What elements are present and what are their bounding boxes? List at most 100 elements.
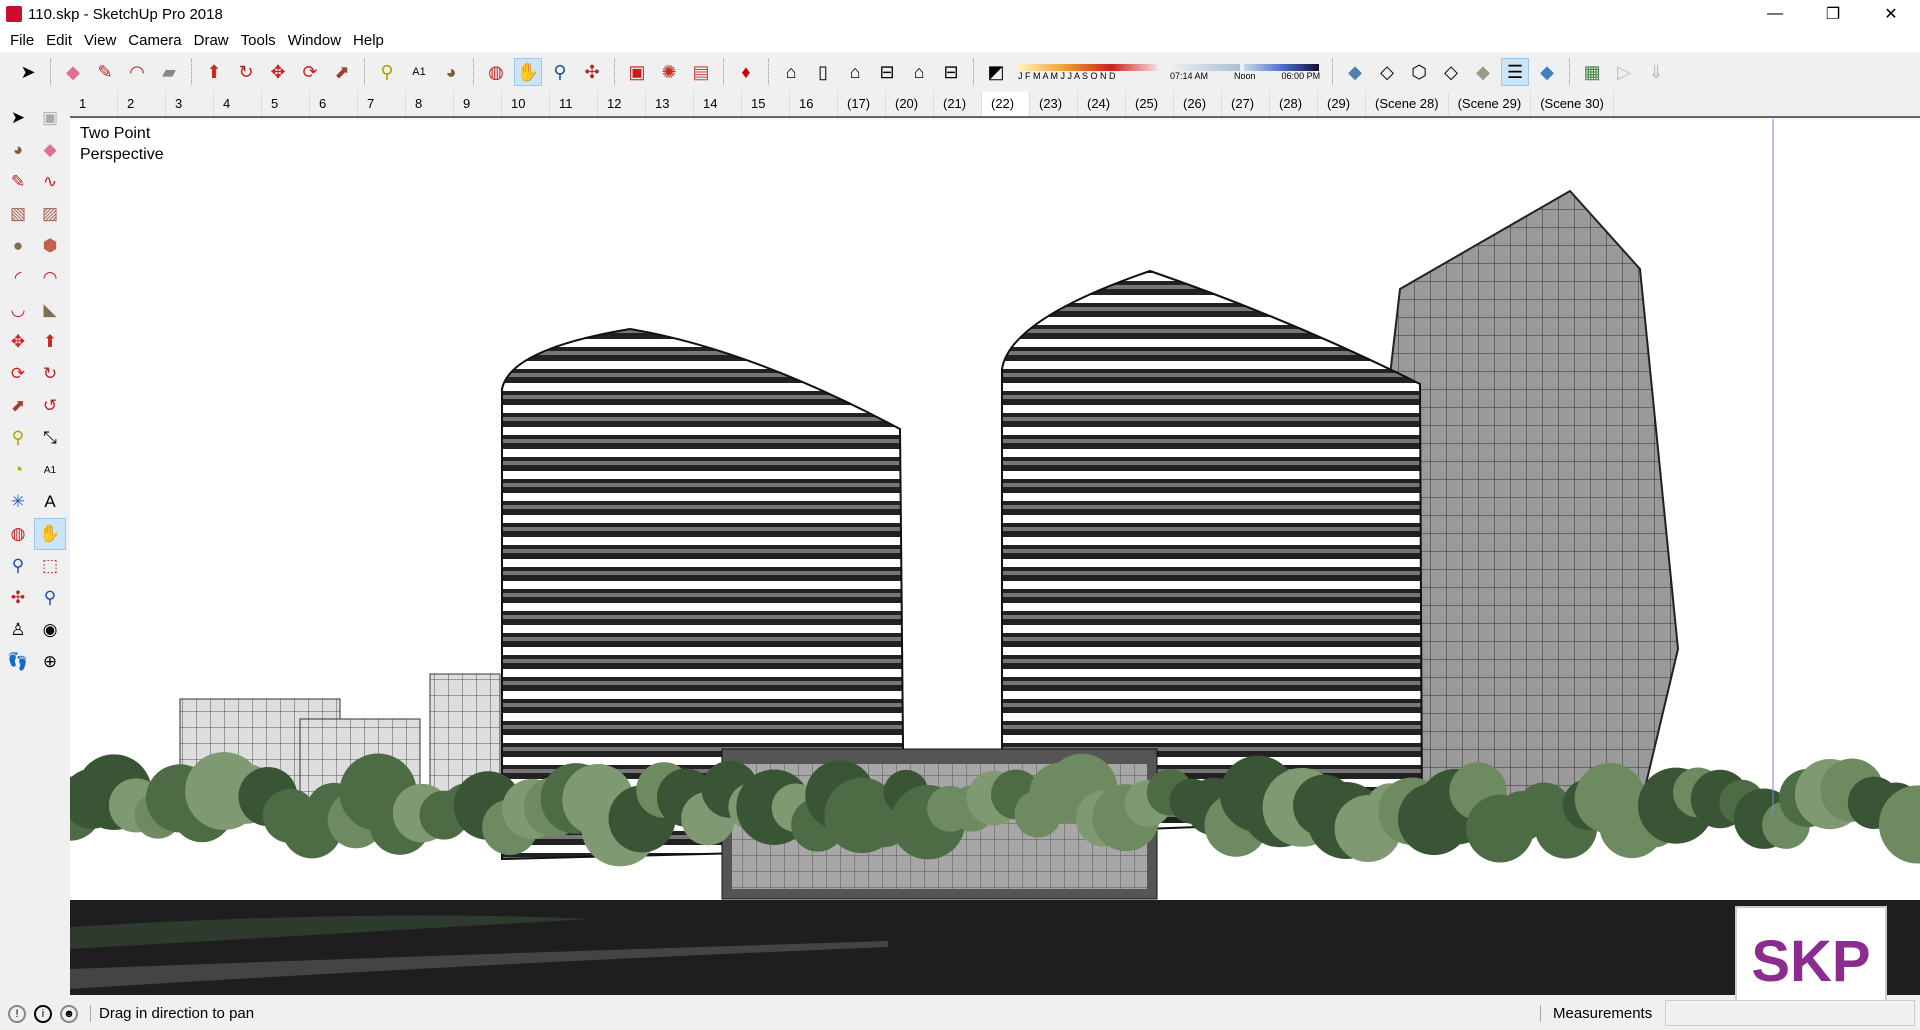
rectangle-icon[interactable]: ▰: [155, 58, 183, 86]
scene-tab[interactable]: (23): [1030, 92, 1078, 116]
scene-tab[interactable]: (21): [934, 92, 982, 116]
measurements-input[interactable]: [1665, 1000, 1915, 1026]
move-icon[interactable]: ✥: [2, 326, 34, 358]
hidden-line-icon[interactable]: ◇: [1437, 58, 1465, 86]
right-view-icon[interactable]: ⊟: [873, 58, 901, 86]
scene-tab[interactable]: 12: [598, 92, 646, 116]
push-pull-icon[interactable]: ⬆: [200, 58, 228, 86]
shaded-icon[interactable]: ◆: [1469, 58, 1497, 86]
zoom-extents-icon[interactable]: ✣: [578, 58, 606, 86]
menu-draw[interactable]: Draw: [188, 32, 235, 49]
front-view-icon[interactable]: ⌂: [841, 58, 869, 86]
minimize-button[interactable]: —: [1746, 0, 1804, 28]
three-point-arc-icon[interactable]: ◡: [2, 294, 34, 326]
section-plane-icon[interactable]: ⊕: [34, 646, 66, 678]
maximize-button[interactable]: ❐: [1804, 0, 1862, 28]
two-point-arc-icon[interactable]: ◠: [34, 262, 66, 294]
scene-tab[interactable]: (29): [1318, 92, 1366, 116]
shadow-time-slider[interactable]: 07:14 AM Noon 06:00 PM: [1170, 63, 1320, 81]
scale-icon[interactable]: ⬈: [328, 58, 356, 86]
follow-me-icon[interactable]: ↻: [232, 58, 260, 86]
axes-icon[interactable]: ✳: [2, 486, 34, 518]
info-icon[interactable]: i: [34, 1004, 52, 1023]
eraser-icon[interactable]: ◆: [34, 134, 66, 166]
photo-textures-icon[interactable]: ⇓: [1642, 58, 1670, 86]
select-icon[interactable]: ➤: [14, 58, 42, 86]
rotate-icon[interactable]: ⟳: [296, 58, 324, 86]
ruby-icon[interactable]: ♦: [732, 58, 760, 86]
make-component-icon[interactable]: ▣: [34, 102, 66, 134]
scene-tab[interactable]: 15: [742, 92, 790, 116]
offset-icon[interactable]: ↺: [34, 390, 66, 422]
scene-tab[interactable]: (Scene 29): [1449, 92, 1532, 116]
add-location-icon[interactable]: ▦: [1578, 58, 1606, 86]
shadow-date-slider[interactable]: J F M A M J J A S O N D: [1018, 63, 1158, 81]
scene-tab[interactable]: 2: [118, 92, 166, 116]
zoom-extents-icon[interactable]: ✣: [2, 582, 34, 614]
top-view-icon[interactable]: ▯: [809, 58, 837, 86]
move-icon[interactable]: ✥: [264, 58, 292, 86]
scene-tab[interactable]: (25): [1126, 92, 1174, 116]
orbit-icon[interactable]: ◍: [2, 518, 34, 550]
scene-tab[interactable]: (Scene 30): [1531, 92, 1614, 116]
scene-tab[interactable]: 13: [646, 92, 694, 116]
scene-tab[interactable]: (22): [982, 92, 1030, 116]
freehand-icon[interactable]: ∿: [34, 166, 66, 198]
position-camera-icon[interactable]: ♙: [2, 614, 34, 646]
eraser-icon[interactable]: ◆: [59, 58, 87, 86]
walk-icon[interactable]: 👣: [2, 646, 34, 678]
push-pull-icon[interactable]: ⬆: [34, 326, 66, 358]
scene-tab[interactable]: 10: [502, 92, 550, 116]
rotate-icon[interactable]: ⟳: [2, 358, 34, 390]
layout-icon[interactable]: ▤: [687, 58, 715, 86]
paint-bucket-icon[interactable]: ◕: [437, 58, 465, 86]
close-button[interactable]: ✕: [1862, 0, 1920, 28]
scene-tab[interactable]: 8: [406, 92, 454, 116]
scene-tab[interactable]: (27): [1222, 92, 1270, 116]
menu-view[interactable]: View: [78, 32, 122, 49]
zoom-icon[interactable]: ⚲: [546, 58, 574, 86]
scene-tab[interactable]: 6: [310, 92, 358, 116]
scale-icon[interactable]: ⬈: [2, 390, 34, 422]
monochrome-icon[interactable]: ◆: [1533, 58, 1561, 86]
scene-tab[interactable]: (24): [1078, 92, 1126, 116]
wireframe-icon[interactable]: ⬡: [1405, 58, 1433, 86]
scene-tab[interactable]: 3: [166, 92, 214, 116]
arc-icon[interactable]: ◜: [2, 262, 34, 294]
scene-tab[interactable]: 11: [550, 92, 598, 116]
model-viewport[interactable]: Two Point Perspective: [70, 119, 1920, 995]
protractor-icon[interactable]: ◔: [2, 454, 34, 486]
zoom-icon[interactable]: ⚲: [2, 550, 34, 582]
circle-icon[interactable]: ●: [2, 230, 34, 262]
pan-icon[interactable]: ✋: [514, 58, 542, 86]
menu-edit[interactable]: Edit: [40, 32, 78, 49]
shadows-toggle-icon[interactable]: ◩: [982, 58, 1010, 86]
menu-camera[interactable]: Camera: [122, 32, 187, 49]
scene-tab[interactable]: 7: [358, 92, 406, 116]
orbit-icon[interactable]: ◍: [482, 58, 510, 86]
follow-me-icon[interactable]: ↻: [34, 358, 66, 390]
menu-help[interactable]: Help: [347, 32, 390, 49]
iso-view-icon[interactable]: ⌂: [777, 58, 805, 86]
rectangle-icon[interactable]: ▧: [2, 198, 34, 230]
xray-icon[interactable]: ◆: [1341, 58, 1369, 86]
back-view-icon[interactable]: ⌂: [905, 58, 933, 86]
text-icon[interactable]: A1: [405, 58, 433, 86]
scene-tab[interactable]: 16: [790, 92, 838, 116]
scene-tab[interactable]: (Scene 28): [1366, 92, 1449, 116]
extension-warehouse-icon[interactable]: ✺: [655, 58, 683, 86]
warehouse-icon[interactable]: ▣: [623, 58, 651, 86]
look-around-icon[interactable]: ◉: [34, 614, 66, 646]
pencil-icon[interactable]: ✎: [91, 58, 119, 86]
scene-tab[interactable]: 9: [454, 92, 502, 116]
scene-tab[interactable]: (28): [1270, 92, 1318, 116]
menu-file[interactable]: File: [4, 32, 40, 49]
geo-location-icon[interactable]: !: [8, 1004, 26, 1023]
user-icon[interactable]: ☻: [60, 1004, 78, 1023]
left-view-icon[interactable]: ⊟: [937, 58, 965, 86]
scene-tab[interactable]: 4: [214, 92, 262, 116]
3d-text-icon[interactable]: A: [34, 486, 66, 518]
tape-measure-icon[interactable]: ⚲: [2, 422, 34, 454]
dimension-icon[interactable]: ⤡: [34, 422, 66, 454]
scene-tab[interactable]: 5: [262, 92, 310, 116]
